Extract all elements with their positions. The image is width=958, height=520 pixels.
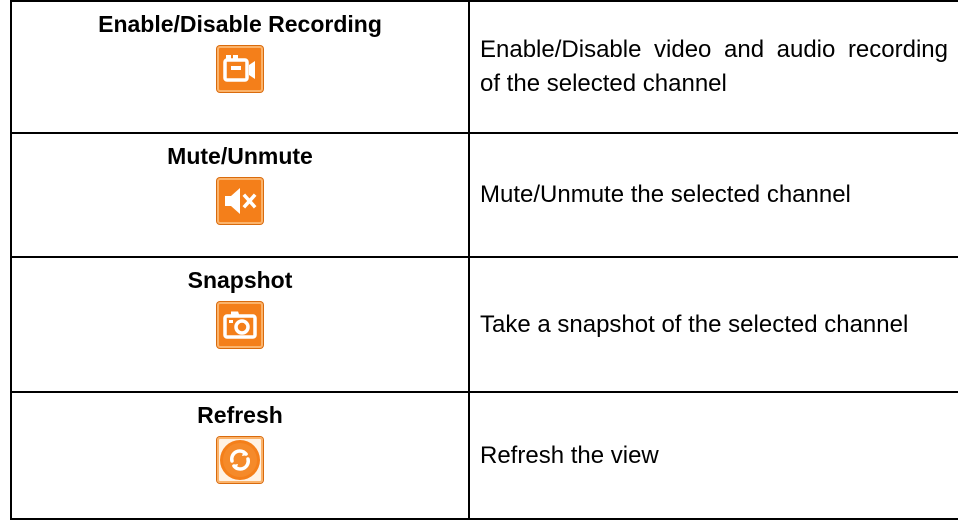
- button-name: Mute/Unmute: [167, 143, 313, 169]
- table-row: Enable/Disable Recording Enable/Disable …: [10, 0, 958, 134]
- table-row: Snapshot Take a snapshot of the selected…: [10, 256, 958, 393]
- camera-icon: [223, 311, 257, 339]
- button-name-cell: Refresh: [10, 391, 470, 520]
- refresh-icon: [220, 440, 260, 480]
- button-name: Refresh: [197, 402, 283, 428]
- description-cell: Enable/Disable video and audio recording…: [468, 0, 958, 134]
- button-name-cell: Mute/Unmute: [10, 132, 470, 258]
- table-row: Refresh Refresh the view: [10, 391, 958, 520]
- button-name-cell: Enable/Disable Recording: [10, 0, 470, 134]
- mute-button[interactable]: [217, 178, 263, 224]
- table-row: Mute/Unmute Mute/Unmute the selected cha…: [10, 132, 958, 258]
- refresh-button[interactable]: [217, 437, 263, 483]
- description-cell: Take a snapshot of the selected channel: [468, 256, 958, 393]
- video-camera-icon: [223, 55, 255, 82]
- description-cell: Refresh the view: [468, 391, 958, 520]
- description-cell: Mute/Unmute the selected channel: [468, 132, 958, 258]
- button-name-cell: Snapshot: [10, 256, 470, 393]
- button-name: Enable/Disable Recording: [98, 11, 382, 37]
- button-name: Snapshot: [187, 267, 293, 293]
- toolbar-button-table: Enable/Disable Recording Enable/Disable …: [10, 0, 958, 520]
- record-button[interactable]: [217, 46, 263, 92]
- snapshot-button[interactable]: [217, 302, 263, 348]
- speaker-mute-icon: [225, 188, 257, 214]
